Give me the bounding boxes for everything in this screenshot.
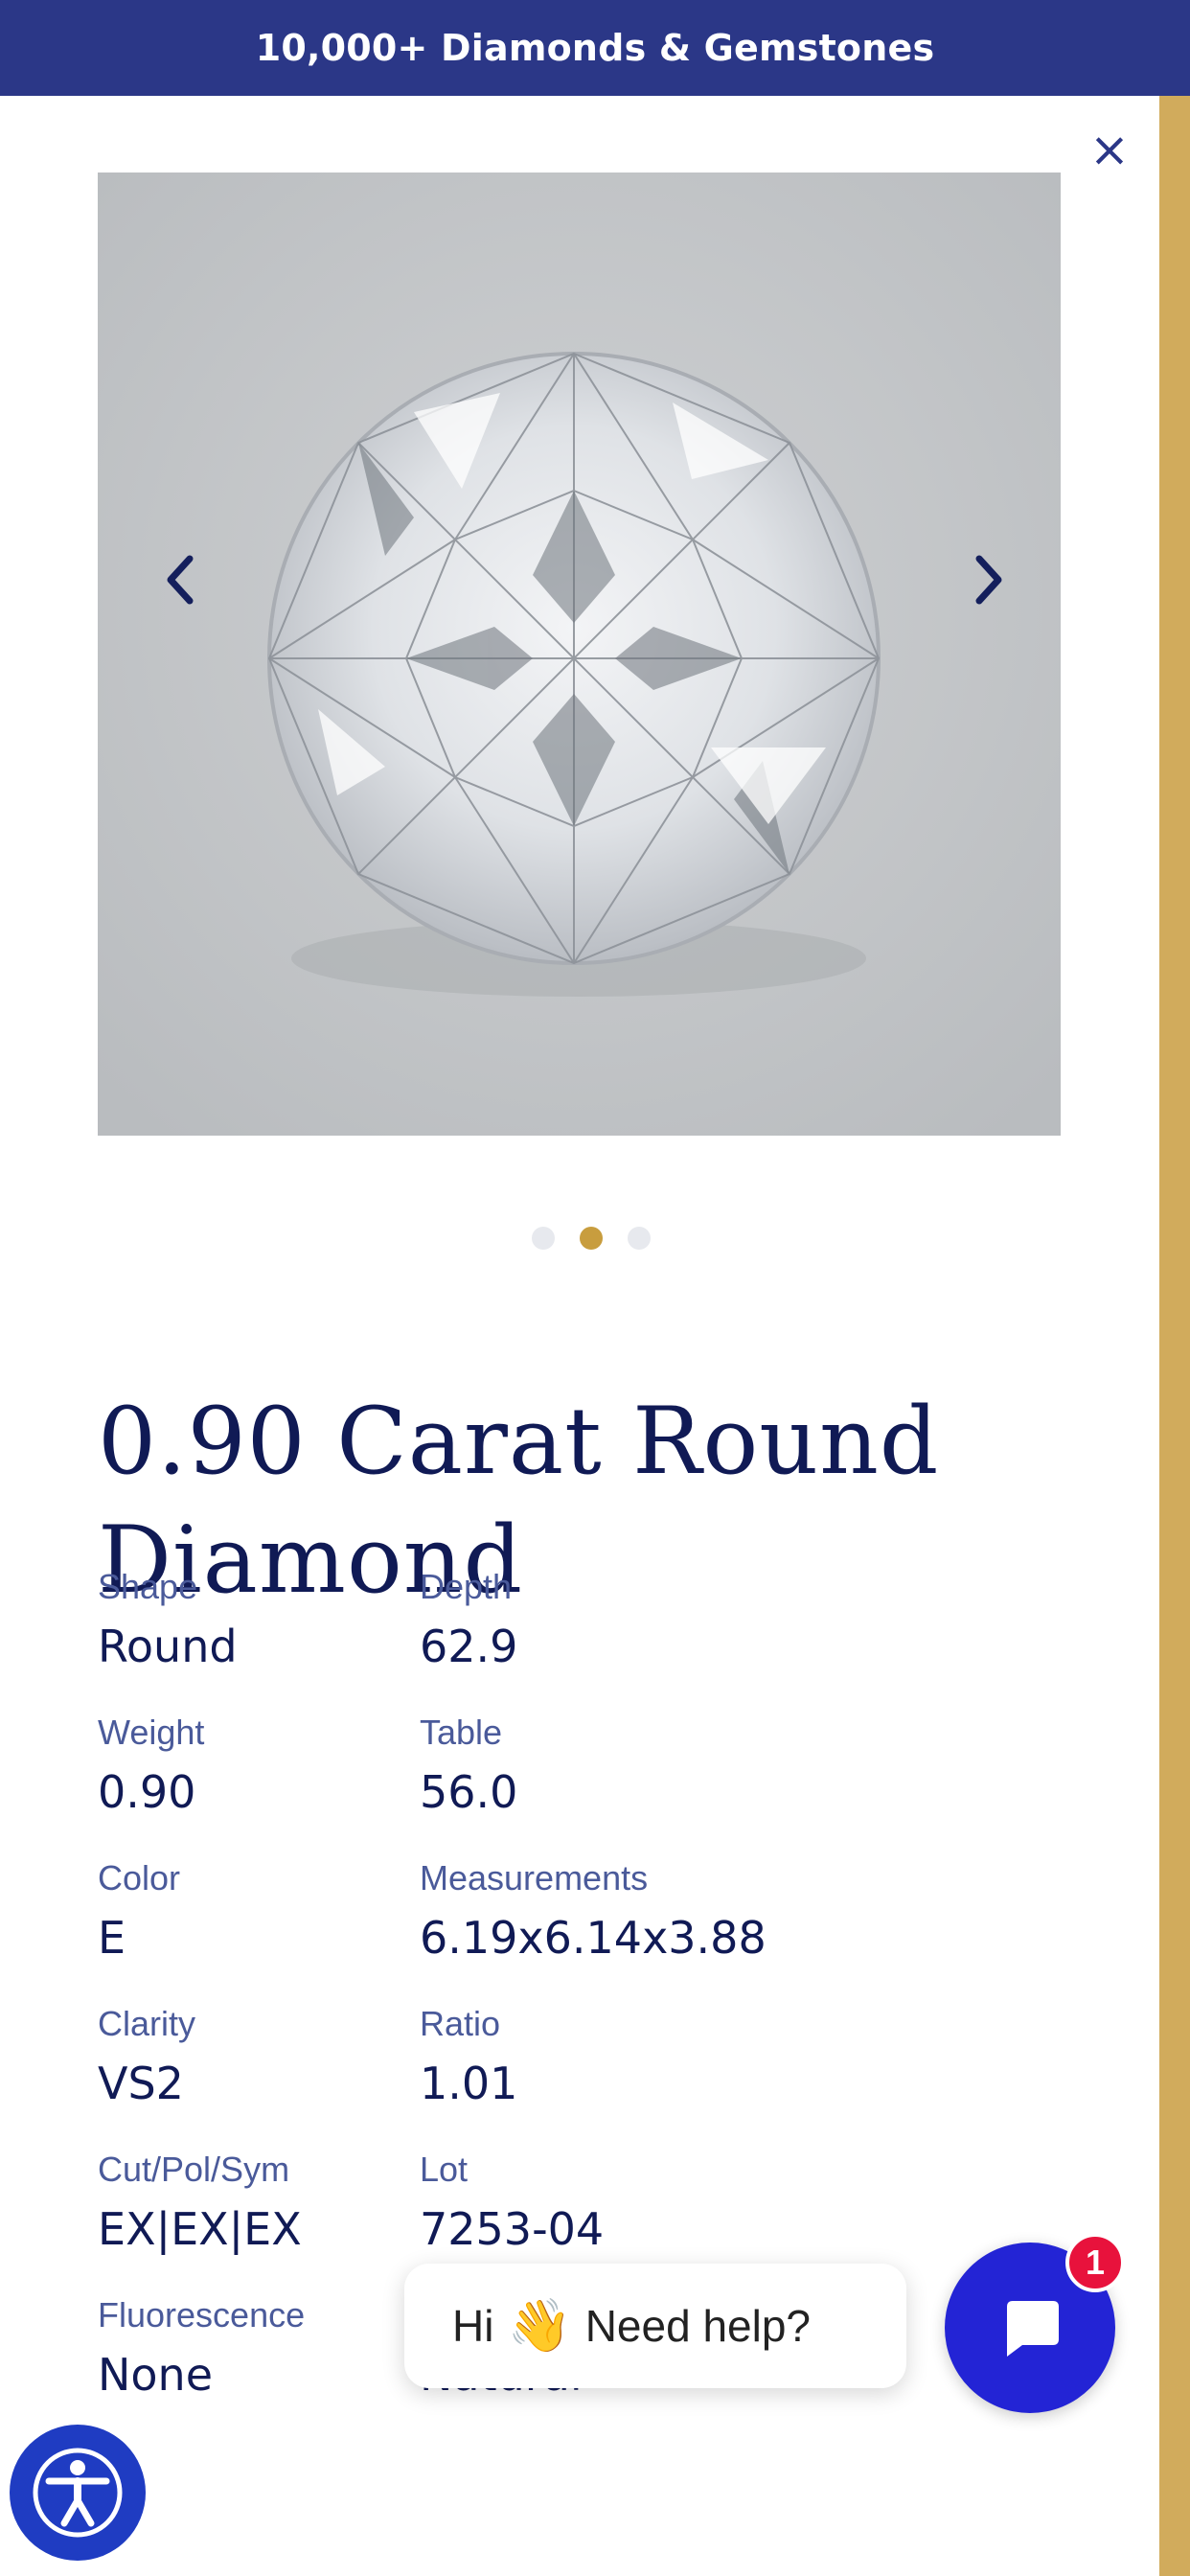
spec-label: Cut/Pol/Sym: [98, 2150, 290, 2189]
spec-measurements: Measurements 6.19x6.14x3.88: [420, 1853, 767, 1999]
accessibility-icon: [33, 2448, 123, 2538]
pagination-dot[interactable]: [532, 1227, 555, 1250]
spec-label: Shape: [98, 1567, 198, 1606]
gallery-pagination: [532, 1227, 651, 1250]
spec-value: Round: [98, 1621, 238, 1672]
spec-cut-pol-sym: Cut/Pol/Sym EX|EX|EX: [98, 2145, 420, 2290]
spec-fluorescence: Fluorescence None: [98, 2290, 420, 2436]
spec-value: 56.0: [420, 1766, 518, 1818]
banner-text: 10,000+ Diamonds & Gemstones: [255, 27, 935, 69]
spec-value: EX|EX|EX: [98, 2203, 302, 2255]
chat-greeting-bubble[interactable]: Hi 👋 Need help?: [404, 2264, 906, 2388]
chat-notification-badge: 1: [1065, 2233, 1125, 2292]
chat-icon: [1007, 2301, 1059, 2357]
spec-value: 62.9: [420, 1621, 518, 1672]
next-image-button[interactable]: [960, 541, 1018, 618]
spec-label: Measurements: [420, 1858, 649, 1898]
spec-shape: Shape Round: [98, 1562, 420, 1708]
chat-greeting-hi: Hi: [452, 2301, 494, 2351]
spec-label: Weight: [98, 1713, 205, 1752]
spec-label: Depth: [420, 1567, 513, 1606]
spec-label: Table: [420, 1713, 503, 1752]
close-icon[interactable]: ×: [1083, 122, 1136, 177]
spec-value: 0.90: [98, 1766, 196, 1818]
spec-label: Ratio: [420, 2004, 501, 2043]
top-banner: 10,000+ Diamonds & Gemstones: [0, 0, 1190, 96]
side-accent-bar: [1159, 96, 1190, 2576]
waving-hand-icon: 👋: [507, 2297, 572, 2355]
spec-weight: Weight 0.90: [98, 1708, 420, 1853]
spec-value: None: [98, 2349, 214, 2401]
diamond-image: [98, 172, 1061, 1136]
spec-value: 1.01: [420, 2058, 518, 2109]
spec-clarity: Clarity VS2: [98, 1999, 420, 2145]
previous-image-button[interactable]: [151, 541, 209, 618]
spec-table: Table 56.0: [420, 1708, 742, 1853]
spec-label: Color: [98, 1858, 181, 1898]
spec-value: 7253-04: [420, 2203, 605, 2255]
spec-color: Color E: [98, 1853, 420, 1999]
chevron-right-icon: [975, 555, 1002, 605]
spec-value: VS2: [98, 2058, 184, 2109]
spec-label: Fluorescence: [98, 2295, 306, 2334]
chevron-left-icon: [167, 555, 194, 605]
accessibility-button[interactable]: [10, 2425, 146, 2561]
chat-greeting-text: Need help?: [584, 2301, 812, 2351]
spec-value: E: [98, 1912, 126, 1964]
pagination-dot[interactable]: [628, 1227, 651, 1250]
pagination-dot-active[interactable]: [580, 1227, 603, 1250]
spec-label: Lot: [420, 2150, 469, 2189]
spec-depth: Depth 62.9: [420, 1562, 742, 1708]
diamond-image-gallery[interactable]: [98, 172, 1061, 1136]
spec-value: 6.19x6.14x3.88: [420, 1912, 767, 1964]
spec-label: Clarity: [98, 2004, 196, 2043]
spec-ratio: Ratio 1.01: [420, 1999, 742, 2145]
